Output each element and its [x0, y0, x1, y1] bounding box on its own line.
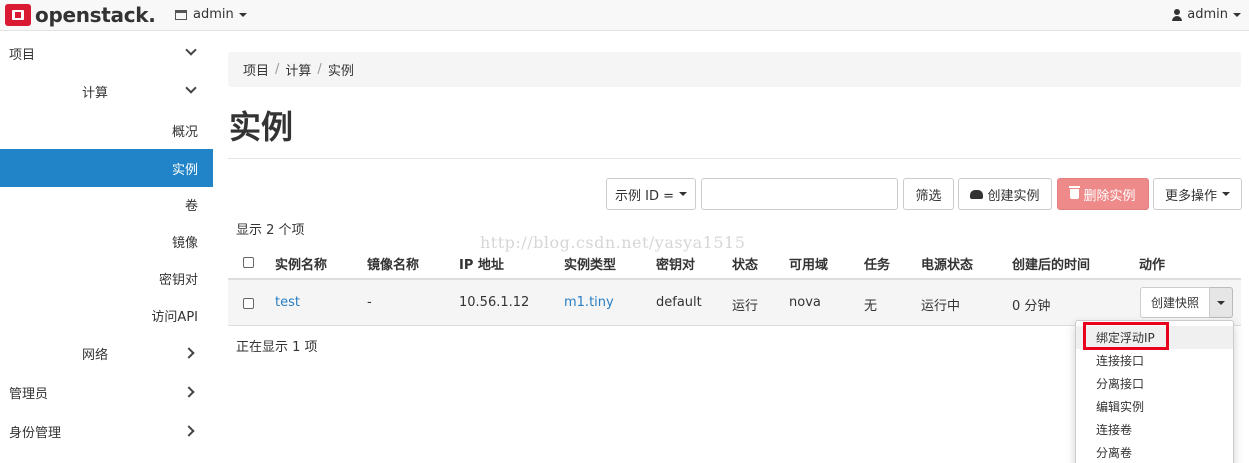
sidebar: 项目 计算 概况 实例 卷 镜像 密钥对 访问API 网络 管理员 身份管理	[0, 32, 213, 463]
column-header: 动作	[1139, 258, 1166, 273]
sidebar-item-label: 镜像	[171, 235, 198, 251]
task-cell: 无	[864, 299, 878, 314]
item-count: 显示 2 个项	[236, 223, 305, 238]
column-header[interactable]: 密钥对	[656, 254, 695, 273]
highlight-box	[1083, 322, 1169, 350]
sidebar-item-keypairs[interactable]: 密钥对	[0, 259, 213, 297]
image-name-cell: -	[367, 295, 372, 310]
caret-down-icon	[238, 12, 247, 17]
sidebar-item-label: 实例	[171, 162, 198, 178]
caret-down-icon	[1217, 300, 1225, 305]
breadcrumb: 项目 / 计算 / 实例	[228, 52, 1241, 87]
more-actions-button[interactable]: 更多操作	[1153, 178, 1242, 210]
filter-field-select[interactable]: 示例 ID =	[606, 178, 696, 210]
menu-item-attach-interface[interactable]: 连接接口	[1076, 349, 1233, 372]
breadcrumb-separator: /	[275, 62, 280, 77]
chevron-right-icon	[183, 425, 195, 437]
select-all-checkbox[interactable]	[243, 257, 254, 268]
column-header[interactable]: 实例类型	[564, 254, 616, 273]
user-label: admin	[1187, 7, 1228, 22]
column-header[interactable]: 创建后的时间	[1012, 254, 1090, 273]
caret-down-icon	[1222, 192, 1230, 196]
sidebar-item-project[interactable]: 项目	[0, 34, 213, 72]
create-snapshot-button[interactable]: 创建快照	[1140, 287, 1210, 318]
openstack-logo[interactable]: openstack.	[5, 3, 156, 27]
sidebar-item-label: 项目	[9, 47, 36, 63]
trash-icon	[1069, 186, 1081, 199]
row-checkbox[interactable]	[243, 298, 254, 309]
menu-item-detach-volume[interactable]: 分离卷	[1076, 441, 1233, 463]
user-icon	[1172, 8, 1183, 21]
sidebar-item-volumes[interactable]: 卷	[0, 185, 213, 223]
row-actions-group: 创建快照	[1140, 287, 1233, 318]
breadcrumb-item: 实例	[327, 64, 354, 79]
keypair-cell: default	[656, 295, 702, 310]
sidebar-item-label: 卷	[184, 198, 198, 214]
column-header[interactable]: 状态	[732, 254, 758, 273]
project-switcher[interactable]: admin	[175, 7, 247, 22]
column-header[interactable]: 电源状态	[921, 254, 973, 273]
filter-field-label: 示例 ID =	[614, 188, 674, 204]
column-header[interactable]: 镜像名称	[367, 254, 419, 273]
column-header[interactable]: 任务	[864, 254, 890, 273]
ip-address-cell: 10.56.1.12	[459, 295, 530, 310]
breadcrumb-item[interactable]: 项目	[243, 60, 269, 79]
divider	[228, 158, 1241, 159]
openstack-logo-icon	[5, 4, 31, 26]
column-header[interactable]: 可用域	[789, 254, 828, 273]
delete-instances-button[interactable]: 删除实例	[1057, 178, 1149, 210]
breadcrumb-item[interactable]: 计算	[285, 60, 311, 79]
menu-item-detach-interface[interactable]: 分离接口	[1076, 372, 1233, 395]
sidebar-item-api-access[interactable]: 访问API	[0, 296, 213, 334]
project-label: admin	[193, 7, 234, 22]
caret-down-icon	[679, 192, 687, 196]
filter-button[interactable]: 筛选	[903, 178, 954, 210]
age-cell: 0 分钟	[1012, 299, 1051, 314]
page-title: 实例	[229, 108, 294, 146]
sidebar-item-instances[interactable]: 实例	[0, 149, 213, 187]
logo-text: openstack.	[35, 3, 156, 27]
menu-item-edit-instance[interactable]: 编辑实例	[1076, 395, 1233, 418]
row-actions-toggle[interactable]	[1210, 287, 1233, 318]
create-instance-button[interactable]: 创建实例	[958, 178, 1052, 210]
menu-item-attach-volume[interactable]: 连接卷	[1076, 418, 1233, 441]
displaying-count: 正在显示 1 项	[236, 340, 318, 355]
sidebar-item-admin[interactable]: 管理员	[0, 373, 213, 411]
caret-down-icon	[1233, 12, 1241, 17]
table-header: 实例名称 镜像名称 IP 地址 实例类型 密钥对 状态 可用域 任务 电源状态 …	[228, 243, 1241, 280]
sidebar-item-label: 访问API	[151, 309, 198, 325]
instance-name-link[interactable]: test	[275, 295, 300, 310]
create-instance-label: 创建实例	[987, 188, 1040, 204]
filter-input[interactable]	[701, 178, 898, 210]
sidebar-item-network[interactable]: 网络	[0, 334, 213, 372]
sidebar-item-label: 密钥对	[158, 272, 198, 288]
flavor-link[interactable]: m1.tiny	[564, 295, 614, 310]
sidebar-item-overview[interactable]: 概况	[0, 111, 213, 149]
delete-instances-label: 删除实例	[1083, 188, 1136, 204]
chevron-down-icon	[185, 82, 197, 94]
chevron-right-icon	[183, 347, 195, 359]
sidebar-item-label: 计算	[82, 85, 109, 101]
breadcrumb-separator: /	[317, 62, 322, 77]
project-icon	[175, 9, 187, 20]
sidebar-item-label: 管理员	[9, 386, 49, 402]
chevron-right-icon	[183, 386, 195, 398]
top-navbar: openstack. admin admin	[0, 0, 1249, 31]
sidebar-item-label: 身份管理	[9, 425, 62, 441]
sidebar-item-compute[interactable]: 计算	[0, 72, 213, 110]
column-header[interactable]: IP 地址	[459, 254, 504, 273]
sidebar-item-images[interactable]: 镜像	[0, 222, 213, 260]
user-menu[interactable]: admin	[1172, 7, 1241, 22]
sidebar-item-label: 概况	[171, 124, 198, 140]
status-cell: 运行	[732, 299, 759, 314]
chevron-down-icon	[185, 44, 197, 56]
column-header[interactable]: 实例名称	[275, 254, 327, 273]
cloud-upload-icon	[970, 189, 984, 199]
more-actions-label: 更多操作	[1164, 188, 1217, 204]
sidebar-item-label: 网络	[82, 347, 109, 363]
power-state-cell: 运行中	[921, 299, 961, 314]
sidebar-item-identity[interactable]: 身份管理	[0, 412, 213, 450]
availability-zone-cell: nova	[789, 295, 821, 310]
